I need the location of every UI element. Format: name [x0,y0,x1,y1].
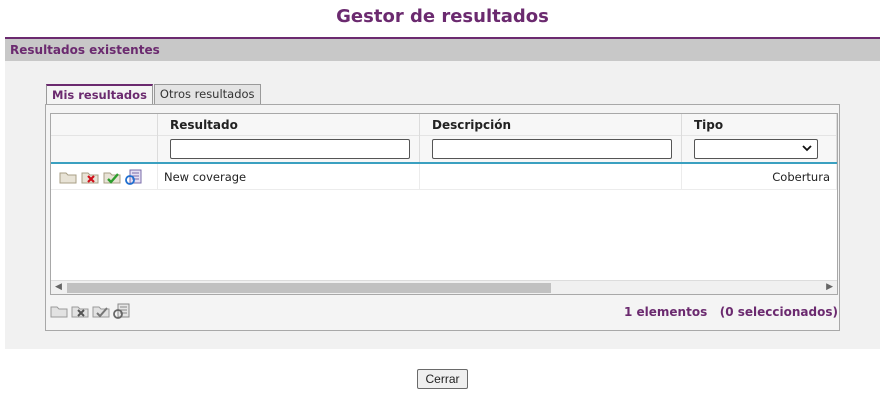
open-folder-icon[interactable] [59,169,77,185]
resultado-filter-input[interactable] [170,139,410,159]
scrollbar-thumb[interactable] [67,283,551,293]
chevron-down-icon [802,141,812,158]
refresh-document-icon[interactable] [125,169,143,185]
tab-otros-resultados[interactable]: Otros resultados [153,84,261,104]
row-actions [51,163,158,190]
cell-descripcion [420,163,682,190]
open-folder-icon[interactable] [50,303,68,319]
cell-resultado: New coverage [158,163,420,190]
column-tipo-title[interactable]: Tipo [682,114,836,136]
selection-count: 1 elementos (0 seleccionados) [624,305,838,319]
scroll-left-icon[interactable]: ◀ [55,282,62,292]
tabs: Mis resultados Otros resultados [46,84,262,104]
column-resultado-title[interactable]: Resultado [158,114,419,136]
scroll-right-icon[interactable]: ▶ [826,282,833,292]
grid-footer: 1 elementos (0 seleccionados) [50,301,838,323]
tab-mis-resultados[interactable]: Mis resultados [46,84,153,104]
validate-icon[interactable] [92,303,110,319]
delete-icon[interactable] [71,303,89,319]
results-grid: Resultado Descripción Tipo New coverage … [50,113,838,295]
delete-icon[interactable] [81,169,99,185]
tipo-filter-select[interactable] [694,139,818,159]
close-button[interactable]: Cerrar [417,369,468,389]
refresh-document-icon[interactable] [113,303,131,319]
table-row[interactable]: New coverage Cobertura [51,163,837,190]
section-header: Resultados existentes [5,39,880,61]
cell-tipo: Cobertura [682,163,837,190]
descripcion-filter-input[interactable] [432,139,672,159]
column-descripcion-header: Descripción [420,114,682,162]
validate-icon[interactable] [103,169,121,185]
column-descripcion-title[interactable]: Descripción [420,114,681,136]
column-tipo-header: Tipo [682,114,837,162]
horizontal-scrollbar[interactable]: ◀ ▶ [51,280,837,294]
column-resultado-header: Resultado [158,114,420,162]
grid-header: Resultado Descripción Tipo [51,114,837,164]
results-panel: Resultado Descripción Tipo New coverage … [45,104,840,331]
column-actions-header [51,114,158,162]
page-title: Gestor de resultados [336,6,549,27]
results-section: Resultados existentes Mis resultados Otr… [5,37,880,349]
